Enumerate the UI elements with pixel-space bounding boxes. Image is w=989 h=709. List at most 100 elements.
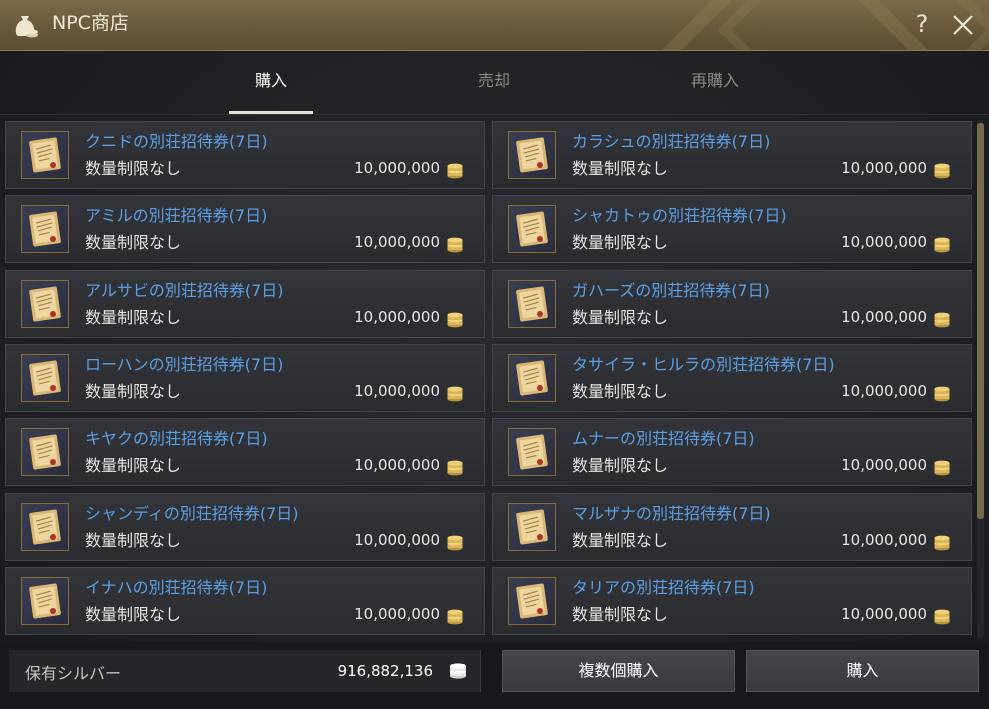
close-icon[interactable] [948,10,978,40]
bulk-buy-button[interactable]: 複数個購入 [502,650,735,692]
item-limit: 数量制限なし [572,233,669,253]
item-name: シャカトゥの別荘招待券(7日) [572,206,787,226]
item-price: 10,000,000 [841,604,927,623]
shop-item[interactable]: シャカトゥの別荘招待券(7日) 数量制限なし 10,000,000 [492,195,972,264]
scroll-ticket-icon [508,353,556,402]
scroll-ticket-icon [508,576,556,625]
coin-stack-icon [934,163,950,179]
item-price: 10,000,000 [354,233,440,252]
scroll-ticket-icon [21,576,69,625]
item-limit: 数量制限なし [572,159,669,178]
scroll-ticket-icon [508,205,556,254]
coin-stack-icon [934,535,950,550]
help-icon[interactable]: ? [909,8,935,40]
item-limit: 数量制限なし [85,381,182,401]
shop-item[interactable]: ムナーの別荘招待券(7日) 数量制限なし 10,000,000 [492,418,972,487]
shop-item[interactable]: マルザナの別荘招待券(7日) 数量制限なし 10,000,000 [492,492,972,561]
coin-stack-icon [447,386,463,402]
tab-label: 購入 [254,71,287,90]
item-limit: 数量制限なし [85,233,182,253]
item-name: カラシュの別荘招待券(7日) [572,132,771,151]
active-tab-indicator [229,111,313,114]
tab-divider [0,114,989,115]
tab-label: 再購入 [690,71,739,90]
item-name: マルザナの別荘招待券(7日) [572,503,771,523]
scroll-ticket-icon [508,502,556,551]
scroll-ticket-icon [508,279,556,328]
title-bar: NPC商店 ? [0,0,989,51]
item-price: 10,000,000 [354,530,440,549]
item-name: キヤクの別荘招待券(7日) [85,429,268,449]
tab-rebuy[interactable]: 再購入 [665,67,765,97]
shop-item[interactable]: シャンディの別荘招待券(7日) 数量制限なし 10,000,000 [5,492,485,561]
item-limit: 数量制限なし [572,604,669,624]
coin-stack-icon [934,312,950,327]
shop-item[interactable]: ガハーズの別荘招待券(7日) 数量制限なし 10,000,000 [492,269,972,338]
bulk-buy-label: 複数個購入 [578,661,659,680]
shop-item[interactable]: キヤクの別荘招待券(7日) 数量制限なし 10,000,000 [5,418,485,487]
coin-stack-icon [447,460,463,476]
scrollbar-thumb[interactable] [977,123,984,519]
item-name: ローハンの別荘招待券(7日) [85,354,284,374]
scroll-ticket-icon [21,428,69,477]
item-price: 10,000,000 [841,456,927,475]
item-limit: 数量制限なし [572,381,669,401]
item-price: 10,000,000 [354,159,440,177]
coin-stack-icon [934,609,950,625]
item-limit: 数量制限なし [85,307,182,327]
silver-coin-stack-icon [450,663,466,679]
item-name: アミルの別荘招待券(7日) [85,206,268,226]
scroll-ticket-icon [508,428,556,477]
tab-buy[interactable]: 購入 [229,67,313,97]
item-price: 10,000,000 [841,159,927,177]
shop-item[interactable]: イナハの別荘招待券(7日) 数量制限なし 10,000,000 [5,566,485,635]
item-price: 10,000,000 [841,307,927,326]
scroll-ticket-icon [21,502,69,551]
item-limit: 数量制限なし [572,530,669,550]
scroll-ticket-icon [21,353,69,402]
coin-stack-icon [934,460,950,476]
item-name: タサイラ・ヒルラの別荘招待券(7日) [572,354,835,374]
item-limit: 数量制限なし [572,456,669,476]
scrollbar[interactable] [977,120,984,638]
shop-item[interactable]: アルサビの別荘招待券(7日) 数量制限なし 10,000,000 [5,269,485,338]
coin-stack-icon [447,237,463,253]
coin-stack-icon [447,163,463,179]
item-name: ムナーの別荘招待券(7日) [572,429,755,449]
shop-item[interactable]: クニドの別荘招待券(7日) 数量制限なし 10,000,000 [5,121,485,189]
shop-item[interactable]: カラシュの別荘招待券(7日) 数量制限なし 10,000,000 [492,121,972,189]
item-name: タリアの別荘招待券(7日) [572,577,755,597]
item-price: 10,000,000 [354,456,440,475]
item-price: 10,000,000 [354,381,440,400]
money-bag-icon [15,16,38,38]
tab-label: 売却 [477,71,510,90]
item-name: シャンディの別荘招待券(7日) [85,503,299,523]
item-name: イナハの別荘招待券(7日) [85,577,268,597]
coin-stack-icon [447,609,463,625]
item-name: ガハーズの別荘招待券(7日) [572,280,770,300]
shop-item[interactable]: ローハンの別荘招待券(7日) 数量制限なし 10,000,000 [5,343,485,412]
coin-stack-icon [447,535,463,550]
buy-button[interactable]: 購入 [746,650,979,692]
shop-item[interactable]: タリアの別荘招待券(7日) 数量制限なし 10,000,000 [492,566,972,635]
item-price: 10,000,000 [841,381,927,400]
item-price: 10,000,000 [841,530,927,549]
scroll-ticket-icon [21,279,69,328]
buy-label: 購入 [846,661,879,680]
item-limit: 数量制限なし [85,604,182,624]
tab-sell[interactable]: 売却 [452,67,536,97]
item-price: 10,000,000 [354,604,440,623]
item-name: アルサビの別荘招待券(7日) [85,280,284,300]
item-price: 10,000,000 [354,307,440,326]
scroll-ticket-icon [21,205,69,254]
scroll-ticket-icon [508,131,556,179]
window-title: NPC商店 [52,12,129,34]
silver-value: 916,882,136 [337,662,433,680]
item-limit: 数量制限なし [85,159,182,178]
coin-stack-icon [934,386,950,402]
item-limit: 数量制限なし [85,456,182,476]
scroll-ticket-icon [21,131,69,179]
shop-item[interactable]: タサイラ・ヒルラの別荘招待券(7日) 数量制限なし 10,000,000 [492,343,972,412]
shop-item[interactable]: アミルの別荘招待券(7日) 数量制限なし 10,000,000 [5,195,485,264]
silver-label: 保有シルバー [25,664,122,683]
